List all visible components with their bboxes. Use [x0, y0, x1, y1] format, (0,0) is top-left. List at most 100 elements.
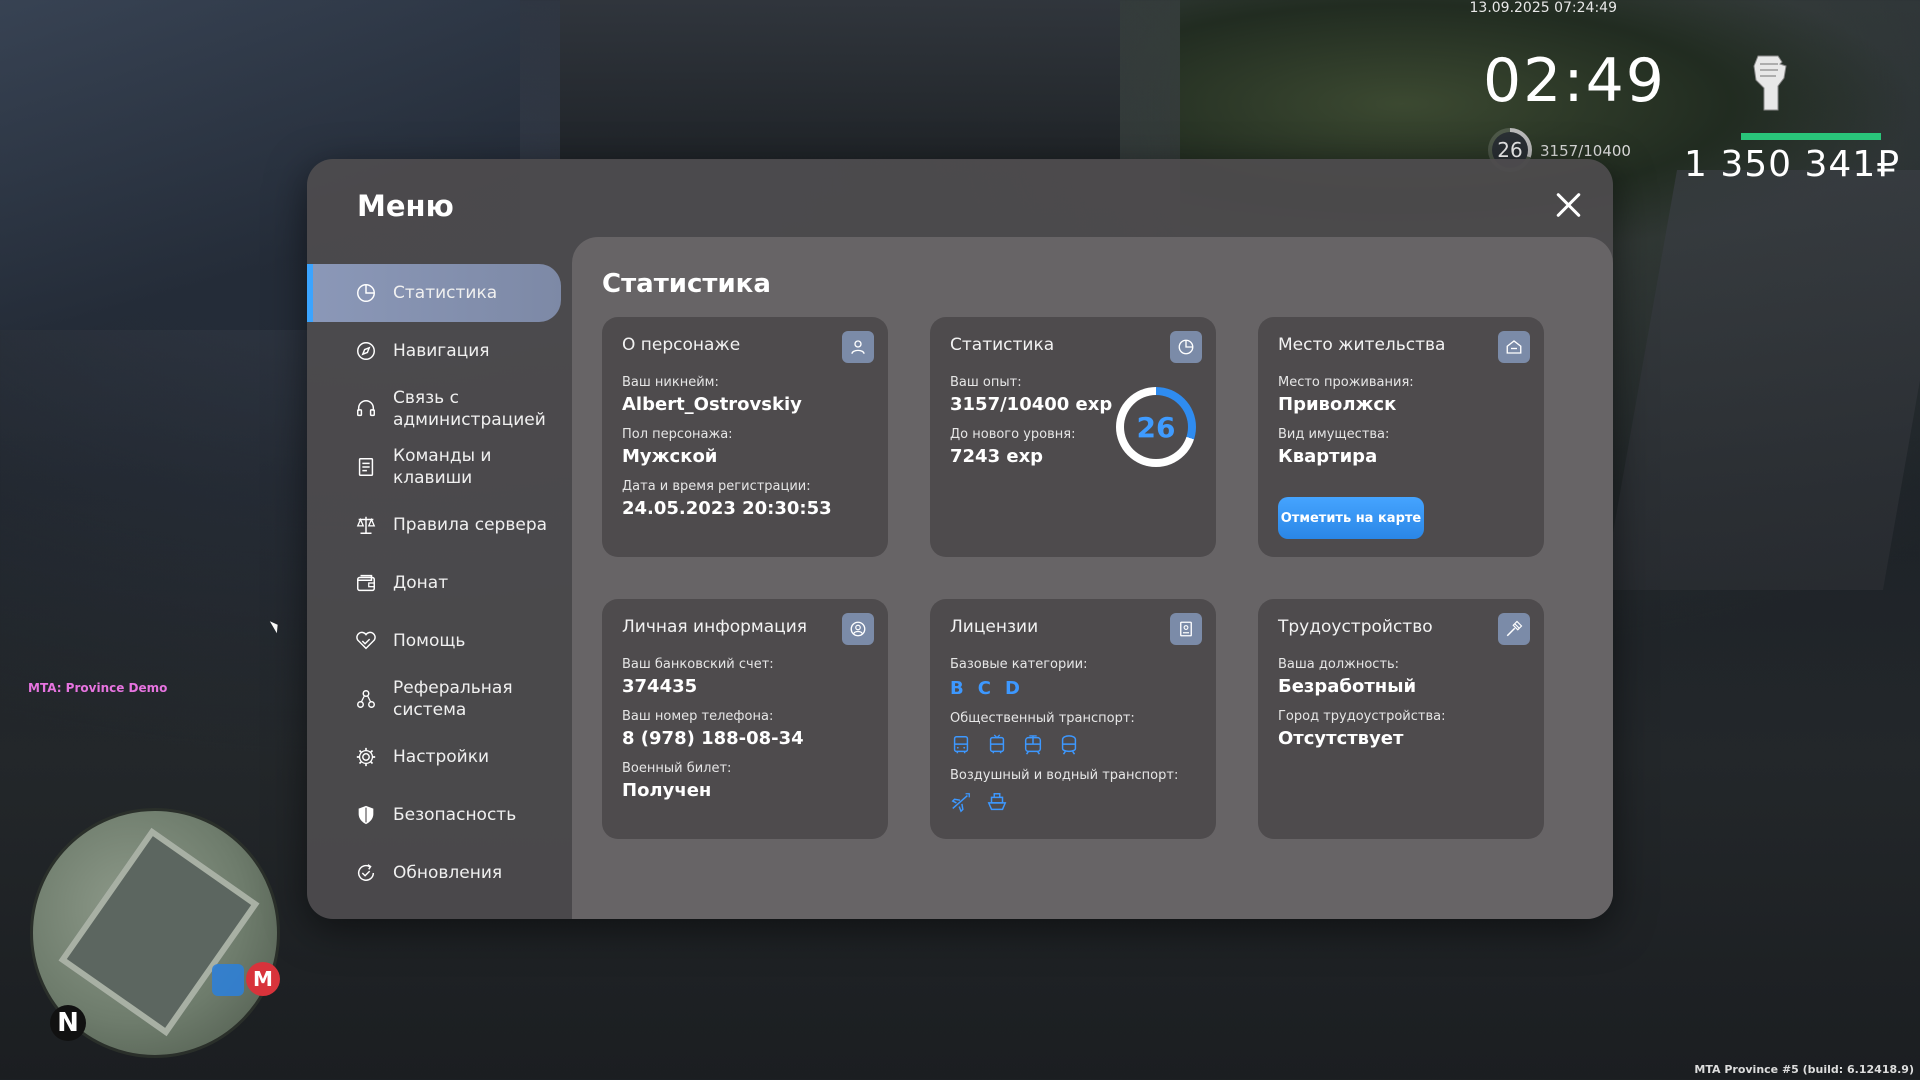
hud-exp: 3157/10400 [1540, 142, 1631, 160]
residence-card: Место жительства Место проживания: Приво… [1258, 317, 1544, 557]
headset-icon [357, 400, 375, 417]
compass-icon [357, 342, 375, 360]
license-document-icon [1170, 613, 1202, 645]
phone-label: Ваш номер телефона: [622, 709, 774, 724]
card-title: Статистика [950, 335, 1055, 355]
card-title: Трудоустройство [1278, 617, 1433, 637]
tram-icon [1024, 735, 1042, 755]
menu-title: Меню [357, 189, 454, 223]
level-number: 26 [1136, 410, 1176, 444]
trolleybus-icon [989, 734, 1005, 754]
hud-level-ring: 26 [1488, 128, 1532, 172]
residence-place-value: Приволжск [1278, 394, 1397, 415]
hammer-icon [1498, 613, 1530, 645]
minimap-north-indicator: N [50, 1005, 86, 1041]
card-title: О персонаже [622, 335, 741, 355]
level-progress-ring: 26 [1116, 387, 1196, 467]
sidebar-item-server-rules[interactable]: Правила сервера [307, 496, 573, 554]
military-label: Военный билет: [622, 761, 732, 776]
licenses-card: Лицензии Базовые категории: B C D Общест… [930, 599, 1216, 839]
air-water-transport-label: Воздушный и водный транспорт: [950, 768, 1179, 783]
sidebar-item-label: Помощь [393, 631, 466, 651]
stats-card: Статистика Ваш опыт: 3157/10400 exp До н… [930, 317, 1216, 557]
character-card: О персонаже Ваш никнейм: Albert_Ostrovsk… [602, 317, 888, 557]
hud-datetime: 13.09.2025 07:24:49 [1469, 0, 1618, 16]
people-network-icon [357, 690, 375, 708]
bank-account-value: 374435 [622, 676, 698, 697]
sidebar-item-help[interactable]: Помощь [307, 612, 573, 670]
gear-icon [356, 747, 376, 767]
military-value: Получен [622, 780, 712, 801]
sidebar-item-commands[interactable]: Команды и клавиши [307, 438, 573, 496]
gender-value: Мужской [622, 446, 718, 467]
menu-window: Меню Статистика Навигация Связь с админи… [307, 159, 1613, 919]
hud-clock: 02:49 [1483, 46, 1666, 116]
sidebar-item-settings[interactable]: Настройки [307, 728, 573, 786]
gender-label: Пол персонажа: [622, 427, 733, 442]
hud-money: 1 350 341₽ [1684, 144, 1901, 185]
sidebar-item-label: Безопасность [393, 805, 517, 825]
fist-icon [1753, 55, 1787, 111]
sidebar-item-statistics[interactable]: Статистика [307, 264, 561, 322]
mark-on-map-button[interactable]: Отметить на карте [1278, 497, 1424, 539]
sidebar-item-label: Настройки [393, 747, 490, 767]
minimap-metro-marker: M [246, 962, 280, 996]
license-category-c: C [977, 678, 991, 699]
handshake-icon [356, 631, 376, 650]
property-type-value: Квартира [1278, 446, 1378, 467]
registration-label: Дата и время регистрации: [622, 479, 811, 494]
user-circle-icon [842, 613, 874, 645]
sidebar-item-referral[interactable]: Реферальная система [307, 670, 573, 728]
air-water-transport-icons [950, 791, 1196, 813]
hud-health-bar [1741, 133, 1881, 140]
card-title: Место жительства [1278, 335, 1446, 355]
metro-icon [1061, 735, 1077, 755]
sidebar-item-label: Донат [393, 573, 449, 593]
sidebar-item-donate[interactable]: Донат [307, 554, 573, 612]
mouse-cursor-icon [269, 618, 282, 634]
house-icon [1498, 331, 1530, 363]
bus-icon [953, 736, 969, 754]
airplane-icon [951, 793, 970, 813]
nickname-value: Albert_Ostrovskiy [622, 394, 802, 415]
build-label: MTA Province #5 (build: 6.12418.9) [1694, 1063, 1914, 1076]
user-icon [842, 331, 874, 363]
sidebar-item-label: Связь с администрацией [393, 388, 546, 430]
phone-value: 8 (978) 188-08-34 [622, 728, 804, 749]
work-city-label: Город трудоустройства: [1278, 709, 1446, 724]
close-button[interactable] [1553, 189, 1583, 219]
base-categories-label: Базовые категории: [950, 657, 1088, 672]
license-category-b: B [950, 678, 964, 699]
scales-icon [356, 516, 376, 534]
sidebar-item-security[interactable]: Безопасность [307, 786, 573, 844]
public-transport-icons [950, 734, 1196, 756]
position-value: Безработный [1278, 676, 1417, 697]
boat-icon [987, 793, 1007, 811]
sidebar-item-label: Статистика [393, 283, 498, 303]
content-panel: Статистика О персонаже Ваш никнейм: Albe… [572, 237, 1613, 919]
sidebar-item-navigation[interactable]: Навигация [307, 322, 573, 380]
position-label: Ваша должность: [1278, 657, 1400, 672]
minimap-marker [212, 964, 244, 996]
registration-value: 24.05.2023 20:30:53 [622, 498, 832, 519]
residence-place-label: Место проживания: [1278, 375, 1414, 390]
property-type-label: Вид имущества: [1278, 427, 1390, 442]
sidebar-item-label: Навигация [393, 341, 490, 361]
wallet-icon [357, 574, 375, 592]
pie-chart-icon [1170, 331, 1202, 363]
background-building-2 [560, 0, 1120, 160]
license-categories: B C D [950, 678, 1196, 699]
sidebar-item-updates[interactable]: Обновления [307, 844, 573, 902]
pie-chart-icon [357, 284, 375, 302]
update-check-icon [357, 864, 375, 881]
card-title: Лицензии [950, 617, 1039, 637]
content-title: Статистика [602, 269, 771, 299]
public-transport-label: Общественный транспорт: [950, 711, 1135, 726]
sidebar-item-label: Правила сервера [393, 515, 548, 535]
hud-level-number: 26 [1497, 138, 1523, 162]
sidebar-item-admin-contact[interactable]: Связь с администрацией [307, 380, 573, 438]
work-city-value: Отсутствует [1278, 728, 1404, 749]
sidebar-item-label: Команды и клавиши [393, 446, 492, 488]
shield-icon [358, 805, 374, 825]
sidebar-item-label: Реферальная система [393, 678, 513, 720]
